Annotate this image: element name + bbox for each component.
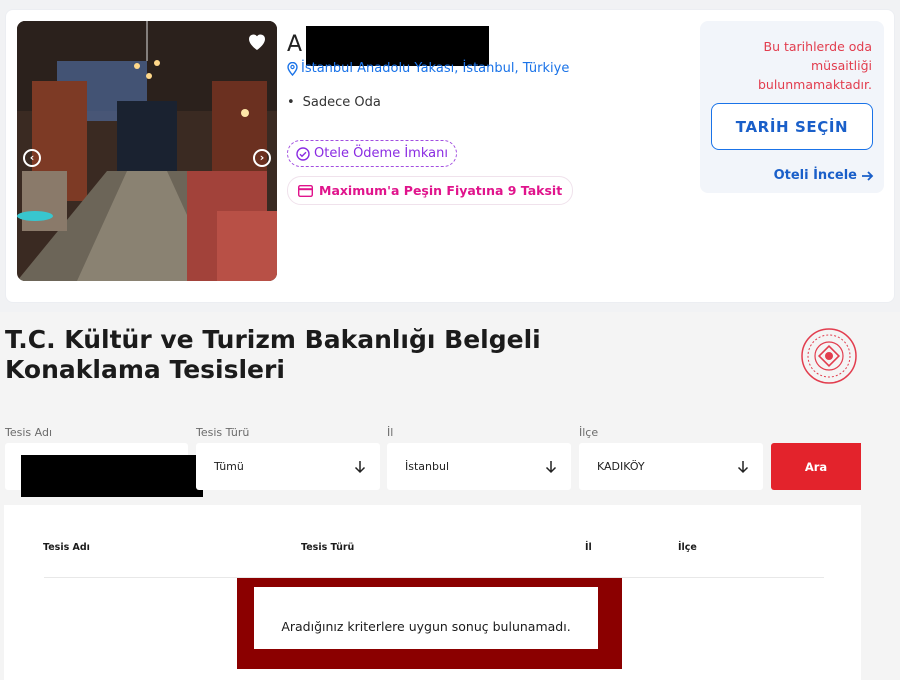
check-circle-icon — [296, 146, 310, 161]
installment-badge: Maximum'a Peşin Fiyatına 9 Taksit — [287, 176, 574, 205]
hotel-location[interactable]: İstanbul Anadolu Yakası, İstanbul, Türki… — [287, 61, 569, 76]
results-table: Tesis Adı Tesis Türü İl İlçe Aradığınız … — [4, 505, 861, 680]
unavailable-message: Bu tarihlerde oda müsaitliği bulunmamakt… — [757, 39, 872, 92]
city-select[interactable]: İstanbul — [387, 443, 571, 490]
filter-city-label: İl — [387, 426, 394, 439]
column-header-city[interactable]: İl — [585, 542, 592, 553]
favorite-heart-icon[interactable] — [245, 29, 269, 53]
section-title: T.C. Kültür ve Turizm Bakanlığı Belgeli … — [5, 325, 541, 384]
redaction-bar — [306, 26, 489, 66]
chevron-right-icon[interactable]: › — [253, 149, 271, 167]
room-feature: Sadece Oda — [287, 95, 381, 110]
city-value: İstanbul — [405, 460, 450, 473]
view-hotel-link[interactable]: Oteli İncele — [774, 168, 874, 183]
pay-badge-label: Otele Ödeme İmkanı — [314, 146, 448, 161]
ministry-section: T.C. Kültür ve Turizm Bakanlığı Belgeli … — [0, 312, 900, 680]
pay-at-hotel-badge: Otele Ödeme İmkanı — [287, 140, 457, 167]
arrow-down-icon — [737, 460, 749, 473]
view-hotel-label: Oteli İncele — [773, 168, 857, 183]
column-header-name[interactable]: Tesis Adı — [43, 542, 90, 553]
arrow-down-icon — [354, 460, 366, 473]
chevron-left-icon[interactable]: ‹ — [23, 149, 41, 167]
select-date-button[interactable]: TARİH SEÇİN — [711, 103, 873, 150]
hotel-card[interactable]: ‹ › A bul İstanbul Anadolu Yakası, İstan… — [5, 9, 895, 303]
search-button[interactable]: Ara — [771, 443, 861, 490]
district-value: KADIKÖY — [597, 460, 645, 473]
ministry-emblem-icon — [801, 328, 857, 384]
filter-type-label: Tesis Türü — [196, 426, 250, 439]
column-header-district[interactable]: İlçe — [678, 542, 697, 553]
arrow-right-icon — [862, 170, 874, 181]
hotel-name-start: A — [287, 32, 303, 57]
facility-type-select[interactable]: Tümü — [196, 443, 380, 490]
filter-district-label: İlçe — [579, 426, 599, 439]
availability-panel: Bu tarihlerde oda müsaitliği bulunmamakt… — [700, 21, 884, 193]
empty-result-highlight: Aradığınız kriterlere uygun sonuç buluna… — [237, 578, 622, 669]
arrow-down-icon — [545, 460, 557, 473]
filter-name-label: Tesis Adı — [5, 426, 53, 439]
hotel-photo-image — [17, 21, 277, 281]
empty-result-message: Aradığınız kriterlere uygun sonuç buluna… — [254, 587, 598, 649]
installment-badge-label: Maximum'a Peşin Fiyatına 9 Taksit — [319, 183, 563, 198]
column-header-type[interactable]: Tesis Türü — [301, 542, 354, 553]
credit-card-icon — [298, 184, 313, 197]
redaction-bar — [21, 455, 203, 497]
map-pin-icon — [287, 61, 298, 76]
hotel-photo[interactable]: ‹ › — [17, 21, 277, 281]
location-text: İstanbul Anadolu Yakası, İstanbul, Türki… — [301, 61, 570, 76]
district-select[interactable]: KADIKÖY — [579, 443, 763, 490]
facility-type-value: Tümü — [214, 460, 244, 473]
